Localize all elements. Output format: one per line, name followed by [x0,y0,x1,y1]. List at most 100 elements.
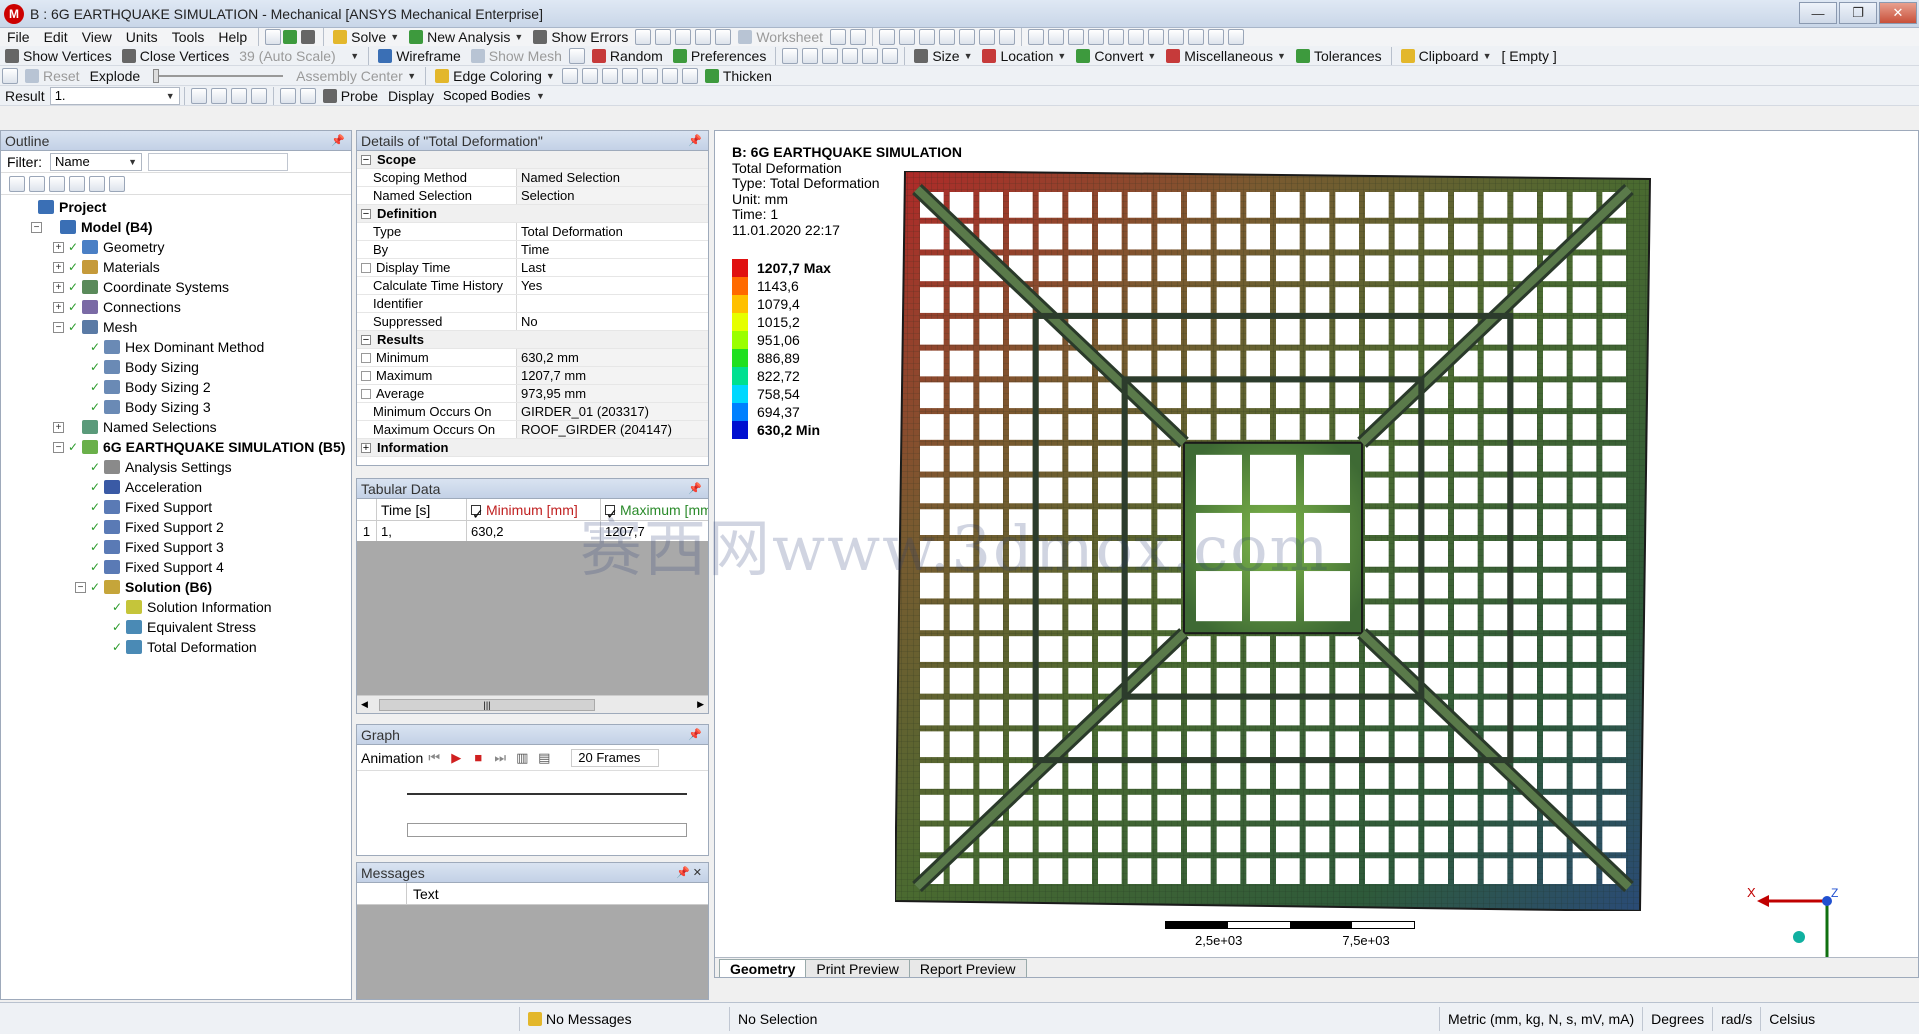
close-vertices-button[interactable]: Close Vertices [117,46,234,65]
tolerances-button[interactable]: Tolerances [1291,46,1387,65]
mesh-toggle-icon[interactable] [568,47,585,64]
location-dropdown[interactable]: Location ▼ [977,46,1071,65]
new-analysis-button[interactable]: New Analysis ▼ [404,28,528,46]
tree-node[interactable]: ✓ Total Deformation [1,637,351,657]
edge-style-icon[interactable] [641,67,658,84]
property-value[interactable]: Named Selection [517,169,708,186]
show-mesh-button[interactable]: Show Mesh [466,46,567,65]
property-value[interactable]: Total Deformation [517,223,708,240]
view-icon[interactable] [715,29,732,45]
scroll-left-icon[interactable]: ◀ [361,699,368,710]
tree-node[interactable]: ✓ Body Sizing 3 [1,397,351,417]
tree-node[interactable]: ✓ Equivalent Stress [1,617,351,637]
property-value[interactable]: Yes [517,277,708,294]
clipboard-dropdown[interactable]: Clipboard ▼ [1396,46,1497,65]
horizontal-scrollbar[interactable]: ◀ ||| ▶ [357,695,708,713]
frames-dropdown[interactable]: 20 Frames [571,748,660,767]
section-toggle-icon[interactable]: − [361,154,371,165]
section-toggle-icon[interactable]: + [361,442,371,453]
assembly-center-dropdown[interactable]: Assembly Center ▼ [291,66,421,85]
status-angle[interactable]: Degrees [1643,1006,1714,1031]
details-row[interactable]: Minimum Occurs On GIRDER_01 (203317) [357,403,708,421]
select-face-icon[interactable] [939,29,956,45]
details-row[interactable]: Minimum 630,2 mm [357,349,708,367]
pin-icon[interactable] [661,67,678,84]
details-row[interactable]: Type Total Deformation [357,223,708,241]
annotation-icon[interactable] [862,47,879,64]
tree-node[interactable]: ✓ Analysis Settings [1,457,351,477]
details-section[interactable]: − Scope [357,151,708,169]
play-icon[interactable]: ▶ [448,750,464,766]
slider-handle[interactable] [153,68,160,83]
pin-icon[interactable]: 📌 [688,482,702,495]
details-section[interactable]: + Information [357,439,708,457]
annotation-icon[interactable] [842,47,859,64]
reset-button[interactable]: Reset [20,66,85,85]
parameter-checkbox[interactable] [361,370,371,381]
color-legend[interactable]: 1207,7 Max 1143,6 1079,4 1015,2 951,06 886,89… [732,259,831,439]
minimize-button[interactable]: — [1799,2,1837,24]
expand-all-icon[interactable] [9,175,25,192]
chevron-down-icon[interactable]: ▼ [514,32,523,42]
edge-style-icon[interactable] [561,67,578,84]
menu-help[interactable]: Help [211,28,254,46]
tree-node[interactable]: ✓ Body Sizing 2 [1,377,351,397]
expand-toggle-icon[interactable]: − [75,581,86,593]
select-mode-icon[interactable] [879,29,896,45]
table-row[interactable]: 1 1, 630,2 1207,7 [357,521,708,541]
expand-toggle-icon[interactable]: + [53,241,64,253]
sort-icon[interactable] [109,175,125,192]
filter-input[interactable] [148,152,288,171]
worksheet-toggle-icon[interactable] [265,29,282,45]
details-row[interactable]: Named Selection Selection [357,187,708,205]
tag-icon[interactable] [850,29,867,45]
tree-expand-icon[interactable] [69,175,85,192]
maximize-button[interactable]: ❐ [1839,2,1877,24]
magnifier-icon[interactable] [1128,29,1145,45]
select-element-icon[interactable] [999,29,1016,45]
thicken-button[interactable]: Thicken [700,66,777,85]
expand-toggle-icon[interactable]: + [53,281,64,293]
edge-style-icon[interactable] [621,67,638,84]
pin-icon[interactable]: 📌 [331,134,345,147]
menu-file[interactable]: File [0,28,37,46]
property-value[interactable]: Last [517,259,708,276]
checkbox[interactable]: ✓ [471,504,484,522]
details-section[interactable]: − Results [357,331,708,349]
worksheet-button[interactable]: Worksheet [733,28,828,46]
result-scale-dropdown[interactable]: 1. ▼ [49,86,180,105]
edge-style-icon[interactable] [581,67,598,84]
select-vertex-icon[interactable] [899,29,916,45]
orientation-ball[interactable] [1793,931,1805,943]
tab-report-preview[interactable]: Report Preview [908,959,1027,977]
property-value[interactable]: 1207,7 mm [517,367,708,384]
annotation-icon[interactable] [822,47,839,64]
parameter-checkbox[interactable] [361,262,371,273]
pin-icon[interactable]: 📌 [688,134,702,147]
checkbox[interactable]: ✓ [605,504,618,520]
previous-view-icon[interactable] [1148,29,1165,45]
tree-node[interactable]: ✓ Hex Dominant Method [1,337,351,357]
iso-view-icon[interactable] [1188,29,1205,45]
select-node-icon[interactable] [979,29,996,45]
details-row[interactable]: By Time [357,241,708,259]
details-row[interactable]: Scoping Method Named Selection [357,169,708,187]
rotate-icon[interactable] [1028,29,1045,45]
tree-node[interactable]: ✓ Acceleration [1,477,351,497]
tree-node[interactable]: ✓ Fixed Support 3 [1,537,351,557]
expand-toggle-icon[interactable]: + [53,301,64,313]
probe-button[interactable]: Probe [318,86,383,105]
details-row[interactable]: Display Time Last [357,259,708,277]
tabular-col-minimum[interactable]: ✓ Minimum [mm] [467,499,601,522]
go-to-icon[interactable] [49,175,65,192]
tree-node[interactable]: − ✓ Mesh [1,317,351,337]
tree-node[interactable]: − Model (B4) [1,217,351,237]
show-vertices-button[interactable]: Show Vertices [0,46,117,65]
distributed-icon[interactable]: ▥ [514,750,530,766]
status-temperature[interactable]: Celsius [1761,1007,1823,1031]
tree-node[interactable]: ✓ Solution Information [1,597,351,617]
property-value[interactable]: No [517,313,708,330]
auto-scale-dropdown[interactable]: 39 (Auto Scale) ▼ [234,46,364,65]
tab-geometry[interactable]: Geometry [719,959,807,977]
details-row[interactable]: Calculate Time History Yes [357,277,708,295]
